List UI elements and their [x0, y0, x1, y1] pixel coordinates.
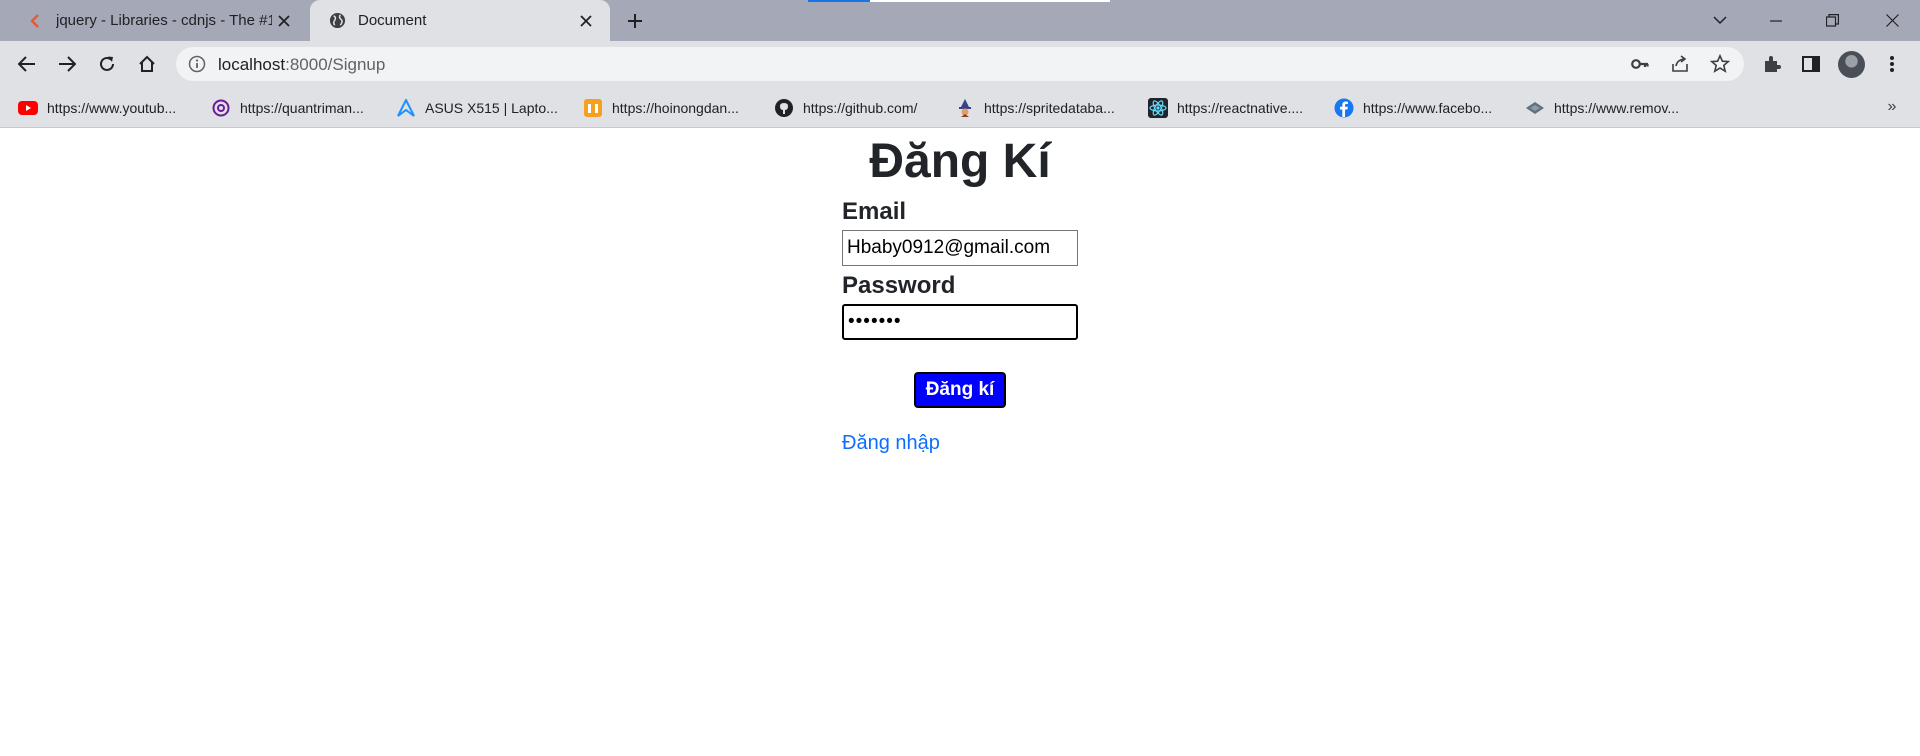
minimize-button[interactable]	[1748, 0, 1804, 41]
bookmark-hoinongdan[interactable]: https://hoinongdan...	[583, 97, 739, 119]
site-info-icon[interactable]	[188, 55, 206, 73]
browser-toolbar: localhost:8000/Signup	[0, 41, 1920, 87]
password-label: Password	[842, 272, 956, 299]
new-tab-button[interactable]	[620, 8, 650, 34]
asus-icon	[396, 98, 416, 118]
facebook-icon	[1334, 98, 1354, 118]
page-content: Đăng Kí Email Password Đăng kí Đăng nhập	[0, 128, 1920, 756]
bookmark-label: https://www.youtub...	[47, 100, 177, 116]
tab-search-button[interactable]	[1692, 0, 1748, 41]
bookmarks-bar: https://www.youtub... https://quantriman…	[0, 87, 1920, 128]
more-bookmarks-chevron-icon[interactable]: »	[1882, 97, 1902, 117]
globe-icon	[328, 12, 346, 30]
password-field[interactable]	[842, 304, 1078, 340]
email-field[interactable]	[842, 230, 1078, 266]
forward-button[interactable]	[52, 49, 82, 79]
reload-button[interactable]	[92, 49, 122, 79]
bookmark-label: https://www.facebo...	[1363, 100, 1493, 116]
browser-titlebar: jquery - Libraries - cdnjs - The #1 Docu…	[0, 0, 1920, 41]
login-link[interactable]: Đăng nhập	[842, 432, 940, 455]
key-icon[interactable]	[1630, 54, 1650, 74]
tab-document[interactable]: Document	[310, 0, 610, 41]
tab-jquery-cdnjs[interactable]: jquery - Libraries - cdnjs - The #1	[8, 0, 308, 41]
signup-button[interactable]: Đăng kí	[914, 372, 1006, 408]
bookmark-label: https://github.com/	[803, 100, 918, 116]
address-bar[interactable]: localhost:8000/Signup	[176, 47, 1744, 81]
wizard-icon	[955, 98, 975, 118]
url-path: :8000/Signup	[285, 55, 386, 74]
bookmark-github[interactable]: https://github.com/	[774, 97, 917, 119]
side-panel-icon[interactable]	[1796, 49, 1826, 79]
close-tab-icon[interactable]	[272, 9, 296, 33]
tab-title: jquery - Libraries - cdnjs - The #1	[56, 12, 272, 29]
tab-strip-loading-indicator	[808, 0, 870, 2]
bookmark-label: https://quantriman...	[240, 100, 364, 116]
bookmark-asus[interactable]: ASUS X515 | Lapto...	[396, 97, 558, 119]
bookmark-label: https://www.remov...	[1554, 100, 1679, 116]
bookmark-reactnative[interactable]: https://reactnative....	[1148, 97, 1303, 119]
bookmark-spritedatabase[interactable]: https://spritedataba...	[955, 97, 1115, 119]
bookmark-quantriman[interactable]: https://quantriman...	[211, 97, 364, 119]
share-icon[interactable]	[1670, 54, 1690, 74]
extensions-icon[interactable]	[1757, 49, 1787, 79]
close-tab-icon[interactable]	[574, 9, 598, 33]
page-title: Đăng Kí	[869, 135, 1051, 188]
bookmark-youtube[interactable]: https://www.youtub...	[18, 97, 176, 119]
bookmark-label: ASUS X515 | Lapto...	[425, 100, 558, 116]
remove-bg-icon	[1525, 98, 1545, 118]
hoinongdan-icon	[583, 98, 603, 118]
signup-form: Email Password	[842, 198, 1082, 340]
url-host: localhost	[218, 55, 286, 74]
address-url: localhost:8000/Signup	[218, 55, 385, 75]
bookmark-label: https://reactnative....	[1177, 100, 1304, 116]
back-button[interactable]	[12, 49, 42, 79]
bookmark-star-icon[interactable]	[1709, 53, 1731, 74]
tab-strip-loading-indicator-track	[870, 0, 1110, 2]
youtube-icon	[18, 98, 38, 118]
tab-title: Document	[358, 12, 427, 29]
bookmark-facebook[interactable]: https://www.facebo...	[1334, 97, 1492, 119]
bookmark-label: https://spritedataba...	[984, 100, 1115, 116]
cdnjs-icon	[26, 12, 44, 30]
field-spacer	[842, 266, 1082, 268]
home-button[interactable]	[132, 49, 162, 79]
github-icon	[774, 98, 794, 118]
bookmark-removebg[interactable]: https://www.remov...	[1525, 97, 1679, 119]
react-icon	[1148, 98, 1168, 118]
close-window-button[interactable]	[1864, 0, 1920, 41]
at-icon	[211, 98, 231, 118]
menu-kebab-icon[interactable]	[1877, 49, 1907, 79]
bookmark-label: https://hoinongdan...	[612, 100, 739, 116]
restore-button[interactable]	[1804, 0, 1860, 41]
profile-avatar[interactable]	[1838, 51, 1865, 78]
email-label: Email	[842, 198, 907, 225]
